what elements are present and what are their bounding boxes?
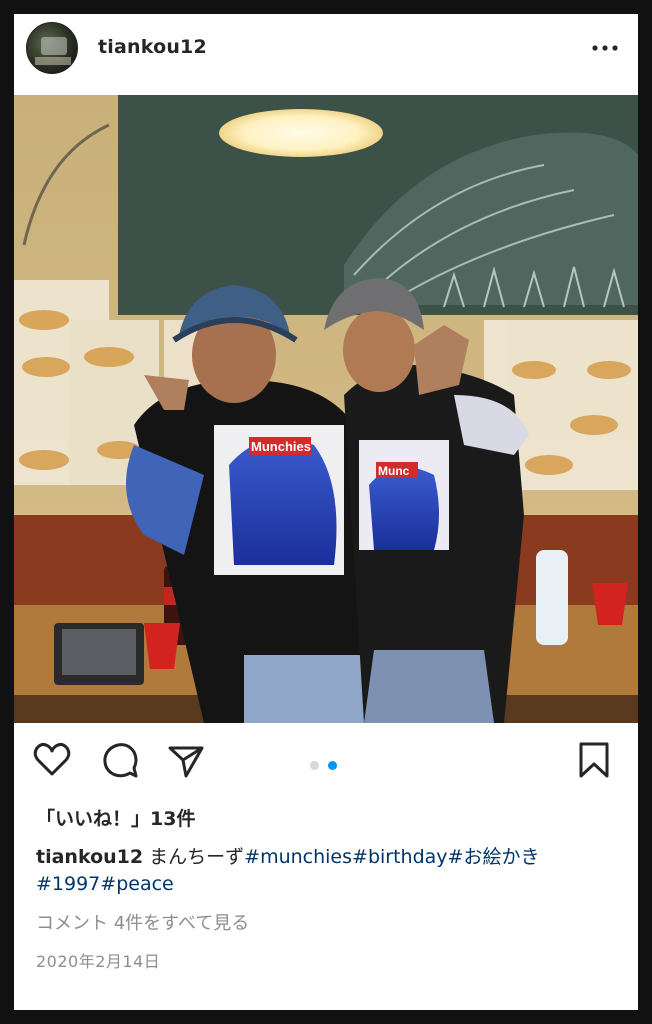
post-username[interactable]: tiankou12 [98, 36, 207, 58]
post-header: tiankou12 [14, 14, 638, 82]
shirt-text-left: Munchies [251, 439, 311, 454]
bookmark-icon[interactable] [572, 738, 616, 782]
heart-icon[interactable] [30, 738, 74, 782]
post-caption: tiankou12 まんちーず#munchies#birthday#お絵かき #… [36, 844, 626, 898]
post-photo[interactable]: Munchies Munc [14, 95, 638, 723]
comment-bubble-icon[interactable] [98, 738, 142, 782]
carousel-indicator [310, 755, 341, 770]
avatar-graphic [41, 37, 67, 55]
hashtag[interactable]: #peace [100, 873, 173, 895]
avatar-graphic-base [35, 57, 71, 65]
post-date: 2020年2月14日 [36, 952, 161, 971]
hashtag[interactable]: #birthday [352, 846, 448, 868]
hashtag[interactable]: #1997 [36, 873, 100, 895]
hashtag[interactable]: #お絵かき [448, 846, 540, 868]
shirt-text-right: Munc [378, 464, 410, 478]
ceiling-lamp [219, 109, 383, 157]
view-all-comments-link[interactable]: コメント 4件をすべて見る [36, 909, 249, 935]
instagram-post-card: tiankou12 Munchies Munc 「いいね！」13件 tianko… [14, 14, 638, 1010]
caption-username[interactable]: tiankou12 [36, 846, 143, 868]
carousel-dot-active [328, 761, 338, 770]
likes-count[interactable]: 「いいね！」13件 [36, 804, 195, 831]
profile-avatar[interactable] [26, 22, 78, 74]
caption-text: まんちーず [149, 846, 245, 868]
post-actions [14, 738, 638, 788]
paper-plane-icon[interactable] [164, 738, 208, 782]
ellipsis-horizontal-icon[interactable] [590, 38, 620, 58]
carousel-dot [310, 761, 319, 770]
hashtag[interactable]: #munchies [244, 846, 352, 868]
